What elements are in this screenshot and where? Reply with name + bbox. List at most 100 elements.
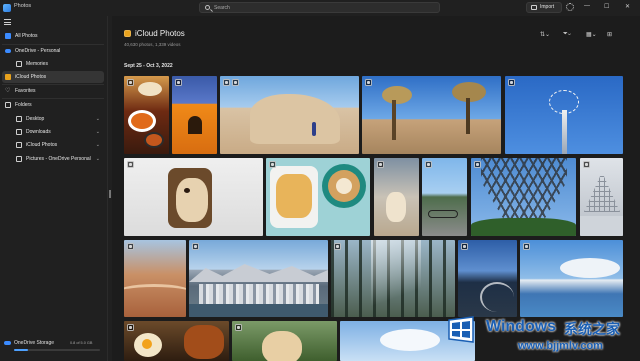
photo-tile[interactable] (520, 240, 623, 317)
select-checkbox-icon[interactable] (334, 243, 341, 250)
sidebar-item-downloads[interactable]: Downloads ⌄ (2, 126, 104, 138)
photo-count: 40,630 photos, 1,339 videos (124, 42, 181, 47)
storage-progress-fill (14, 349, 28, 351)
select-checkbox-icon[interactable] (223, 79, 230, 86)
pane-splitter-handle[interactable] (109, 190, 111, 198)
icloud-icon (124, 30, 131, 37)
watermark: Windows 系统之家 www.bjjmlv.com (440, 310, 640, 361)
sidebar-item-icloud-photos[interactable]: iCloud Photos (2, 71, 104, 83)
photo-tile[interactable] (362, 76, 501, 154)
import-icon (531, 5, 537, 10)
favorite-badge-icon[interactable] (232, 79, 239, 86)
sidebar-item-label: All Photos (15, 33, 38, 39)
sidebar-item-label: iCloud Photos (26, 142, 58, 148)
sidebar-item-memories[interactable]: Memories (2, 58, 104, 70)
sidebar-item-favorites[interactable]: ♡ Favorites (2, 85, 104, 97)
photo-tile[interactable] (471, 158, 576, 236)
page-title: iCloud Photos (135, 29, 185, 38)
sidebar-item-label: iCloud Photos (15, 74, 47, 80)
photo-tile[interactable] (124, 76, 169, 154)
select-icon[interactable]: ⇅⌄ (540, 31, 550, 38)
select-checkbox-icon[interactable] (192, 243, 199, 250)
chevron-down-icon[interactable]: ⌄ (96, 139, 100, 151)
heart-icon: ♡ (5, 88, 11, 94)
photo-tile[interactable] (124, 240, 186, 317)
storage-label: OneDrive Storage (14, 340, 55, 346)
select-checkbox-icon[interactable] (377, 161, 384, 168)
sidebar-item-label: OneDrive - Personal (15, 48, 61, 54)
watermark-url: www.bjjmlv.com (518, 340, 603, 352)
close-icon[interactable]: ✕ (625, 3, 630, 10)
photo-tile[interactable] (189, 240, 328, 317)
select-checkbox-icon[interactable] (175, 79, 182, 86)
select-checkbox-icon[interactable] (523, 243, 530, 250)
view-options-icon[interactable]: ▦⌄ (586, 31, 597, 38)
photo-tile[interactable] (458, 240, 517, 317)
photo-tile[interactable] (172, 76, 217, 154)
select-checkbox-icon[interactable] (127, 324, 134, 331)
settings-gear-icon[interactable] (566, 3, 574, 11)
select-checkbox-icon[interactable] (235, 324, 242, 331)
menu-hamburger-icon[interactable] (4, 19, 11, 25)
sidebar-item-all-photos[interactable]: All Photos (2, 30, 104, 42)
folder-icon (16, 142, 22, 148)
select-checkbox-icon[interactable] (508, 79, 515, 86)
icloud-icon (5, 74, 11, 80)
select-checkbox-icon[interactable] (269, 161, 276, 168)
sidebar: All Photos OneDrive - Personal Memories … (0, 16, 108, 361)
folder-icon (16, 116, 22, 122)
cloud-icon (5, 49, 11, 53)
search-placeholder: Search (214, 5, 230, 11)
photo-tile[interactable] (124, 158, 263, 236)
select-checkbox-icon[interactable] (127, 79, 134, 86)
folder-icon (5, 102, 11, 108)
import-button[interactable]: Import (526, 2, 562, 13)
search-icon (205, 5, 210, 10)
sidebar-item-icloud-folder[interactable]: iCloud Photos ⌄ (2, 139, 104, 151)
folder-icon (16, 129, 22, 135)
chevron-down-icon[interactable]: ⌄ (96, 153, 100, 165)
select-checkbox-icon[interactable] (127, 161, 134, 168)
sidebar-item-onedrive[interactable]: OneDrive - Personal (2, 45, 104, 57)
storage-value: 0.8 of 5.0 GB (70, 341, 93, 345)
photo-tile[interactable] (266, 158, 370, 236)
sidebar-item-pictures-onedrive[interactable]: Pictures - OneDrive Personal ⌄ (2, 153, 104, 165)
photo-tile[interactable] (505, 76, 623, 154)
select-checkbox-icon[interactable] (127, 243, 134, 250)
photo-tile[interactable] (580, 158, 623, 236)
photo-tile[interactable] (220, 76, 359, 154)
photo-tile[interactable] (232, 321, 337, 361)
images-icon (5, 33, 11, 39)
folder-icon (16, 156, 22, 162)
select-checkbox-icon[interactable] (583, 161, 590, 168)
filter-icon[interactable]: ⏷⌄ (563, 31, 571, 38)
select-checkbox-icon[interactable] (474, 161, 481, 168)
sidebar-item-label: Pictures - OneDrive Personal (26, 156, 91, 162)
watermark-brand: Windows (486, 318, 557, 335)
sidebar-item-desktop[interactable]: Desktop ⌄ (2, 113, 104, 125)
select-checkbox-icon[interactable] (425, 161, 432, 168)
app-title: Photos (14, 3, 32, 9)
maximize-icon[interactable]: ☐ (604, 3, 609, 10)
select-checkbox-icon[interactable] (365, 79, 372, 86)
date-group-header: Sept 25 - Oct 3, 2022 (124, 63, 173, 69)
photo-tile[interactable] (422, 158, 467, 236)
chevron-down-icon[interactable]: ⌄ (96, 126, 100, 138)
storage-progress-bar (14, 349, 100, 351)
zoom-icon[interactable]: ⊞ (607, 31, 612, 38)
sidebar-item-label: Downloads (26, 129, 51, 135)
watermark-brand-cn: 系统之家 (564, 322, 620, 338)
sidebar-item-label: Desktop (26, 116, 45, 122)
photo-tile[interactable] (124, 321, 229, 361)
import-label: Import (540, 4, 555, 10)
sidebar-item-label: Folders (15, 102, 32, 108)
search-input[interactable]: Search (199, 2, 440, 13)
minimize-icon[interactable]: — (584, 3, 590, 9)
sidebar-item-label: Memories (26, 61, 48, 67)
select-checkbox-icon[interactable] (461, 243, 468, 250)
sidebar-item-label: Favorites (15, 88, 36, 94)
photo-tile[interactable] (374, 158, 419, 236)
sidebar-item-folders[interactable]: Folders (2, 99, 104, 111)
chevron-down-icon[interactable]: ⌄ (96, 113, 100, 125)
photo-tile[interactable] (331, 240, 455, 317)
